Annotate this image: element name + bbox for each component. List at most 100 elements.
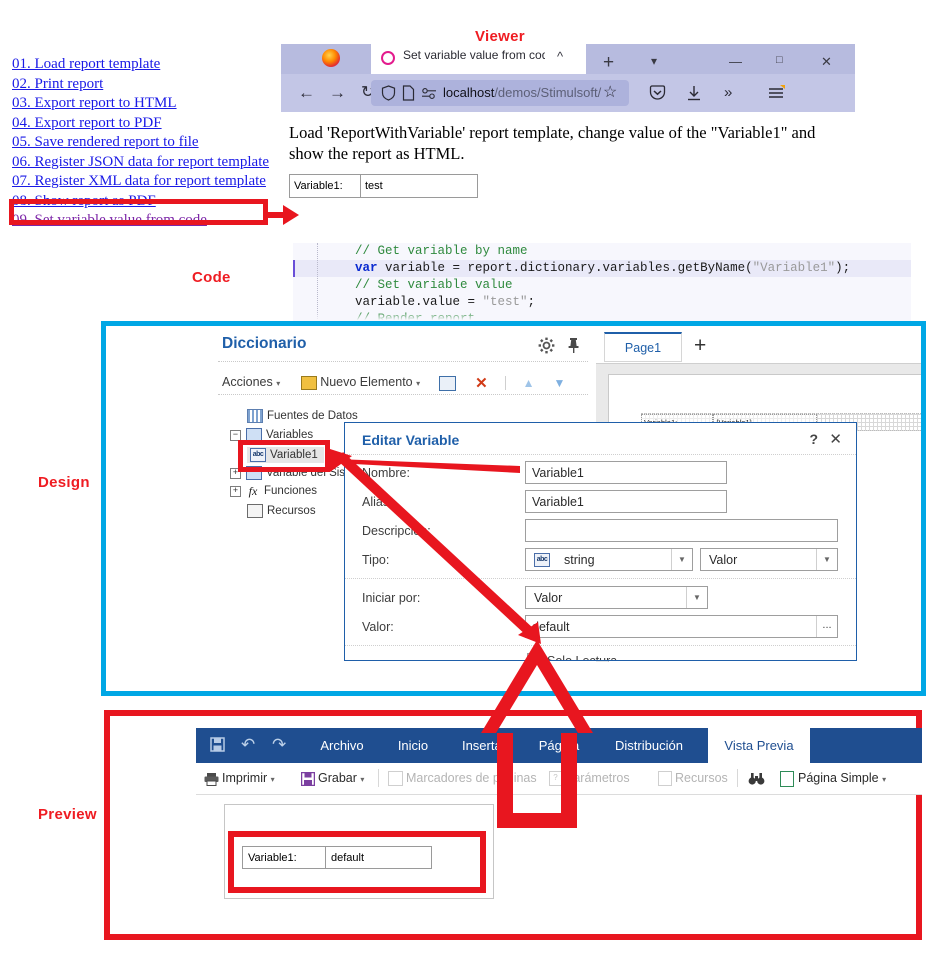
demo-link-06[interactable]: 06. Register JSON data for report templa… (12, 153, 280, 173)
tipo-kind-select[interactable]: Valor ▼ (700, 548, 838, 571)
tab-vista-previa[interactable]: Vista Previa (708, 728, 810, 763)
new-element-button[interactable]: Nuevo Elemento ▾ (301, 375, 421, 390)
add-page-plus-icon[interactable]: + (694, 334, 706, 358)
divider (737, 769, 738, 787)
demo-link-04[interactable]: 04. Export report to PDF (12, 114, 280, 134)
code-line: // Set variable value (355, 278, 513, 292)
valor-browse-button[interactable]: ... (816, 616, 837, 637)
browser-nav-bar: ← → ↻ localhost/demos/Stimulsoft/ ☆ » (281, 74, 855, 112)
save-icon (300, 771, 316, 786)
actions-menu-button[interactable]: Acciones ▾ (222, 375, 280, 389)
toolbar-imprimir-button[interactable]: Imprimir ▾ (204, 769, 275, 789)
alias-label: Alias: (362, 495, 393, 509)
back-arrow-left-icon[interactable]: ← (298, 84, 315, 102)
toolbar-parametros-button: ? Parámetros (549, 769, 630, 787)
tab-distribucion[interactable]: Distribución (596, 728, 702, 763)
descripcion-label: Descripción: (362, 524, 431, 538)
demo-link-07[interactable]: 07. Register XML data for report templat… (12, 172, 280, 192)
code-string: "test" (482, 295, 528, 309)
forward-arrow-right-icon[interactable]: → (329, 84, 346, 102)
question-mark-icon[interactable]: ? (809, 431, 818, 447)
hamburger-menu-icon[interactable] (767, 85, 785, 101)
tab-collapse-icon[interactable]: ^ (557, 49, 563, 64)
toolbar-pagina-simple-button[interactable]: Página Simple ▾ (780, 769, 886, 789)
tab-title: Set variable value from code (403, 48, 545, 62)
chevron-down-icon[interactable]: ▼ (686, 587, 707, 608)
preview-variable-label: Variable1: (242, 846, 326, 869)
download-icon[interactable] (686, 85, 702, 101)
collapse-expander[interactable]: − (230, 429, 241, 441)
preview-ribbon: ↶ ↷ Archivo Inicio Insertar Página Distr… (196, 728, 922, 763)
edit-icon[interactable] (439, 375, 457, 391)
bookmarks-icon (388, 771, 403, 787)
toolbar-recursos-button: Recursos (658, 769, 728, 787)
close-icon[interactable]: ✕ (821, 54, 832, 70)
tipo-kind-value: Valor (709, 553, 738, 567)
preview-toolbar: Imprimir ▾ Grabar ▾ Marcadores de página… (196, 763, 922, 795)
demo-link-02[interactable]: 02. Print report (12, 75, 280, 95)
solo-lectura-checkbox[interactable] (527, 653, 541, 660)
url-bar[interactable]: localhost/demos/Stimulsoft/ ☆ (371, 80, 629, 106)
alias-input[interactable]: Variable1 (525, 490, 727, 513)
nombre-input[interactable]: Variable1 (525, 461, 727, 484)
iniciar-por-select[interactable]: Valor ▼ (525, 586, 708, 609)
expand-expander[interactable]: + (230, 485, 241, 497)
descripcion-input[interactable] (525, 519, 838, 542)
tab-list-chevron-down-icon[interactable]: ▾ (651, 54, 657, 68)
toolbar-find-button[interactable] (748, 769, 765, 787)
undo-icon[interactable]: ↶ (241, 735, 255, 755)
table-row: Variable1: test (289, 174, 478, 198)
tab-pagina[interactable]: Página (524, 728, 594, 763)
tab-inicio[interactable]: Inicio (382, 728, 444, 763)
tab-favicon-icon (381, 51, 395, 65)
tipo-select[interactable]: abc string ▼ (525, 548, 693, 571)
close-icon[interactable]: ✕ (829, 430, 842, 448)
pocket-icon[interactable] (649, 85, 666, 101)
move-down-arrow-icon[interactable]: ▼ (553, 376, 565, 390)
iniciar-por-value: Valor (534, 591, 563, 605)
new-tab-icon[interactable]: + (603, 52, 614, 74)
toolbar-label: Grabar (318, 771, 357, 785)
url-text: localhost/demos/Stimulsoft/ (443, 85, 601, 100)
solo-lectura-label: Solo Lectura (547, 654, 618, 661)
demo-link-01[interactable]: 01. Load report template (12, 55, 280, 75)
page-icon (402, 85, 415, 101)
preview-report-table: Variable1: default (242, 846, 432, 869)
valor-label: Valor: (362, 620, 394, 634)
parameters-icon: ? (549, 771, 562, 787)
bookmark-star-icon[interactable]: ☆ (603, 84, 617, 102)
maximize-icon[interactable]: □ (776, 54, 783, 66)
delete-x-icon[interactable]: ✕ (475, 375, 488, 392)
save-icon[interactable] (210, 737, 225, 752)
gear-icon[interactable] (538, 337, 555, 354)
pin-icon[interactable] (567, 337, 580, 354)
valor-input-text: default (532, 620, 570, 634)
minimize-icon[interactable]: — (729, 54, 742, 69)
preview-variable-value: default (331, 851, 365, 864)
chevron-down-icon: ▾ (416, 379, 421, 389)
code-block: // Get variable by name var variable = r… (293, 243, 911, 323)
demo-link-03[interactable]: 03. Export report to HTML (12, 94, 280, 114)
redo-icon[interactable]: ↷ (272, 735, 286, 755)
toolbar-label: Marcadores de páginas (406, 771, 537, 785)
tipo-select-value: string (564, 553, 595, 567)
resource-icon (658, 771, 672, 787)
viewer-section-caption: Viewer (475, 28, 525, 45)
tab-archivo[interactable]: Archivo (306, 728, 378, 763)
dialog-title: Editar Variable (362, 432, 460, 448)
demo-link-05[interactable]: 05. Save rendered report to file (12, 133, 280, 153)
abc-icon: abc (534, 553, 550, 567)
overflow-chevrons-right-icon[interactable]: » (724, 84, 732, 102)
toolbar-label: Página Simple (798, 771, 879, 785)
tab-insertar[interactable]: Insertar (448, 728, 520, 763)
viewer-description-text: Load 'ReportWithVariable' report templat… (289, 123, 816, 163)
browser-tab-active[interactable]: Set variable value from code ^ (371, 44, 586, 74)
move-up-arrow-icon[interactable]: ▲ (523, 376, 535, 390)
toolbar-grabar-button[interactable]: Grabar ▾ (300, 769, 364, 789)
code-keyword: var (355, 261, 378, 275)
valor-input[interactable]: default ... (525, 615, 838, 638)
chevron-down-icon[interactable]: ▼ (671, 549, 692, 570)
printer-icon (204, 772, 219, 786)
tab-page1[interactable]: Page1 (604, 332, 682, 362)
chevron-down-icon[interactable]: ▼ (816, 549, 837, 570)
